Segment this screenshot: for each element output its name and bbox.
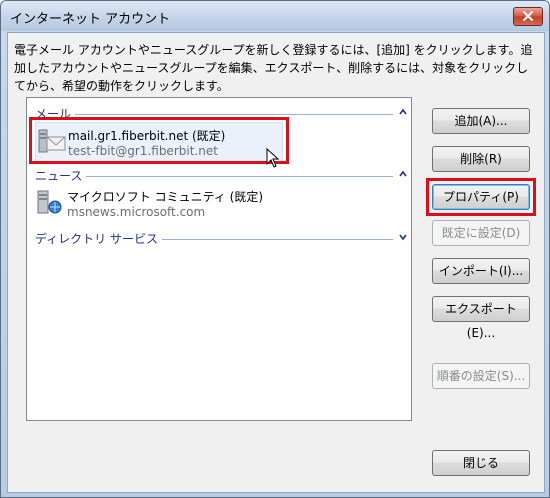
order-settings-button[interactable]: 順番の設定(S)... — [432, 363, 530, 389]
chevron-up-icon[interactable] — [399, 107, 407, 121]
title-bar[interactable]: インターネット アカウント — [1, 1, 549, 31]
selection-highlight — [29, 117, 289, 164]
window-title: インターネット アカウント — [10, 12, 171, 27]
group-divider — [35, 176, 393, 177]
group-label-news: ニュース — [35, 169, 87, 183]
chevron-down-icon[interactable] — [399, 232, 407, 246]
chevron-up-icon[interactable] — [399, 169, 407, 183]
group-divider — [35, 114, 393, 115]
internet-accounts-dialog: インターネット アカウント 電子メール アカウントやニュースグループを新しく登録… — [0, 0, 550, 498]
group-header-directory[interactable]: ディレクトリ サービス — [35, 232, 407, 246]
mouse-cursor-icon — [266, 148, 280, 168]
dialog-body: 電子メール アカウントやニュースグループを新しく登録するには、[追加] をクリッ… — [7, 32, 545, 493]
group-label-directory: ディレクトリ サービス — [35, 232, 162, 246]
close-button[interactable]: 閉じる — [432, 450, 530, 476]
close-window-button[interactable] — [513, 7, 543, 26]
news-account-name: マイクロソフト コミュニティ (既定) — [67, 190, 264, 204]
properties-highlight — [426, 178, 536, 216]
close-icon — [522, 10, 534, 22]
delete-button[interactable]: 削除(R) — [432, 146, 530, 172]
group-header-news[interactable]: ニュース — [35, 169, 407, 183]
accounts-list[interactable]: メール mail.gr1.fiberbit.net (既定) test-fbit… — [26, 97, 412, 421]
news-account-address: msnews.microsoft.com — [67, 205, 206, 219]
news-account-icon — [37, 188, 65, 216]
add-button[interactable]: 追加(A)... — [432, 108, 530, 134]
import-button[interactable]: インポート(I)... — [432, 258, 530, 284]
set-default-button[interactable]: 既定に設定(D) — [432, 220, 530, 246]
list-item-news-account[interactable]: マイクロソフト コミュニティ (既定) msnews.microsoft.com — [35, 184, 281, 222]
export-button[interactable]: エクスポート(E)... — [432, 296, 530, 340]
instructions-text: 電子メール アカウントやニュースグループを新しく登録するには、[追加] をクリッ… — [14, 43, 533, 93]
